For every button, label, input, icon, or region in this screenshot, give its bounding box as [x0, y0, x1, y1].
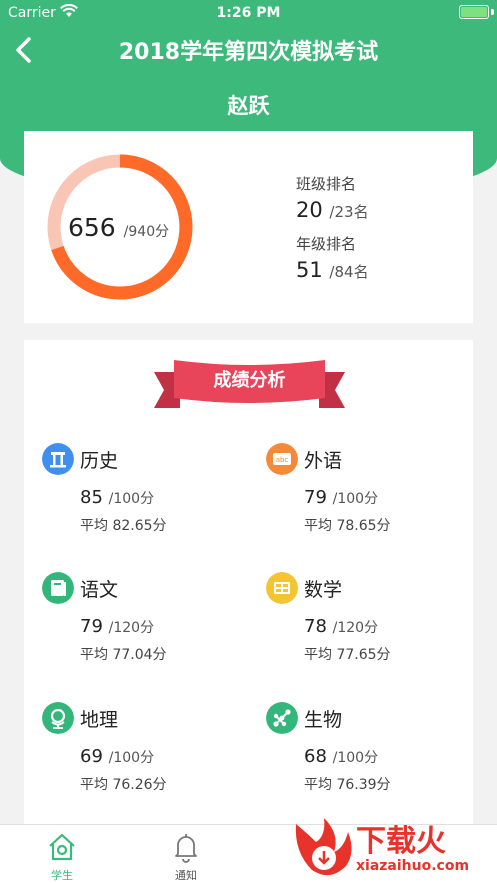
tab-label: 通知: [175, 869, 197, 882]
score-summary-card: 656 /940分 班级排名 20 /23名 年级排名 51 /84名: [24, 131, 473, 323]
subject-score-row: 69 /100分: [80, 746, 154, 767]
flame-logo-icon: [295, 818, 352, 876]
tab-label: 学生: [51, 869, 73, 882]
grade-rank-value-row: 51 /84名: [296, 258, 369, 282]
student-name: 赵跃: [227, 94, 270, 118]
back-button[interactable]: [10, 34, 42, 66]
globe-icon: [42, 702, 74, 734]
subject-average: 平均 78.65分: [304, 518, 391, 534]
battery-cap: [491, 9, 494, 15]
total-score-max: /940分: [123, 224, 170, 240]
bell-icon: [175, 834, 197, 863]
subject-chinese[interactable]: 语文 79 /120分 平均 77.04分: [42, 572, 242, 672]
subject-name: 数学: [304, 579, 343, 601]
subject-name: 语文: [80, 579, 119, 601]
analysis-title: 成绩分析: [213, 370, 286, 391]
subject-average: 平均 76.26分: [80, 777, 167, 793]
class-rank: 班级排名 20 /23名: [296, 173, 369, 222]
svg-text:abc: abc: [276, 456, 289, 464]
watermark-url: xiazaihuo.com: [356, 858, 470, 874]
class-rank-value-row: 20 /23名: [296, 198, 369, 222]
subject-score: 69: [80, 746, 103, 767]
subject-score-row: 78 /120分: [304, 616, 378, 637]
status-bar: Carrier 1:26 PM: [0, 0, 497, 26]
subject-max: /100分: [332, 491, 379, 507]
subject-name: 生物: [304, 709, 343, 731]
home-icon: [49, 833, 75, 861]
subject-max: /100分: [108, 491, 155, 507]
total-score-value: 656: [68, 213, 116, 242]
subject-math[interactable]: 数学 78 /120分 平均 77.65分: [266, 572, 466, 672]
subject-name: 外语: [304, 450, 343, 472]
subject-score: 68: [304, 746, 327, 767]
subject-average: 平均 77.04分: [80, 647, 167, 663]
class-rank-total: /23名: [329, 203, 369, 221]
class-rank-value: 20: [296, 198, 323, 222]
subject-biology[interactable]: 生物 68 /100分 平均 76.39分: [266, 702, 466, 802]
subject-score-row: 79 /100分: [304, 487, 378, 508]
watermark-logo: 下载火 xiazaihuo.com: [290, 812, 497, 883]
subject-average: 平均 76.39分: [304, 777, 391, 793]
subject-name: 地理: [80, 709, 119, 731]
watermark-text: 下载火: [356, 824, 446, 859]
subject-average: 平均 82.65分: [80, 518, 167, 534]
subject-name: 历史: [80, 450, 119, 472]
history-icon: [42, 443, 74, 475]
subject-history[interactable]: 历史 85 /100分 平均 82.65分: [42, 443, 242, 543]
grade-rank-total: /84名: [329, 263, 369, 281]
page-title: 2018学年第四次模拟考试: [118, 40, 379, 65]
subject-max: /120分: [108, 620, 155, 636]
grade-rank-value: 51: [296, 258, 323, 282]
subject-average: 平均 77.65分: [304, 647, 391, 663]
subject-score: 78: [304, 616, 327, 637]
grade-rank: 年级排名 51 /84名: [296, 233, 369, 282]
subject-max: /100分: [332, 750, 379, 766]
battery-icon: [459, 5, 489, 19]
subject-score-row: 68 /100分: [304, 746, 378, 767]
tab-student[interactable]: 学生: [22, 825, 102, 883]
subject-score: 79: [80, 616, 103, 637]
subject-geography[interactable]: 地理 69 /100分 平均 76.26分: [42, 702, 242, 802]
total-score: 656 /940分: [68, 213, 169, 242]
tab-notifications[interactable]: 通知: [146, 825, 226, 883]
subject-score-row: 85 /100分: [80, 487, 154, 508]
molecule-icon: [266, 702, 298, 734]
score-analysis-card: 成绩分析 历史 85 /100分 平均 82.65分 abc 外语 79 /10…: [24, 340, 473, 830]
subject-score: 79: [304, 487, 327, 508]
subject-score: 85: [80, 487, 103, 508]
subject-foreign-language[interactable]: abc 外语 79 /100分 平均 78.65分: [266, 443, 466, 543]
grade-rank-label: 年级排名: [296, 235, 357, 253]
subject-score-row: 79 /120分: [80, 616, 154, 637]
subject-max: /100分: [108, 750, 155, 766]
abc-icon: abc: [266, 443, 298, 475]
subject-max: /120分: [332, 620, 379, 636]
status-time: 1:26 PM: [216, 5, 281, 21]
class-rank-label: 班级排名: [296, 175, 357, 193]
abacus-icon: [266, 572, 298, 604]
book-icon: [42, 572, 74, 604]
